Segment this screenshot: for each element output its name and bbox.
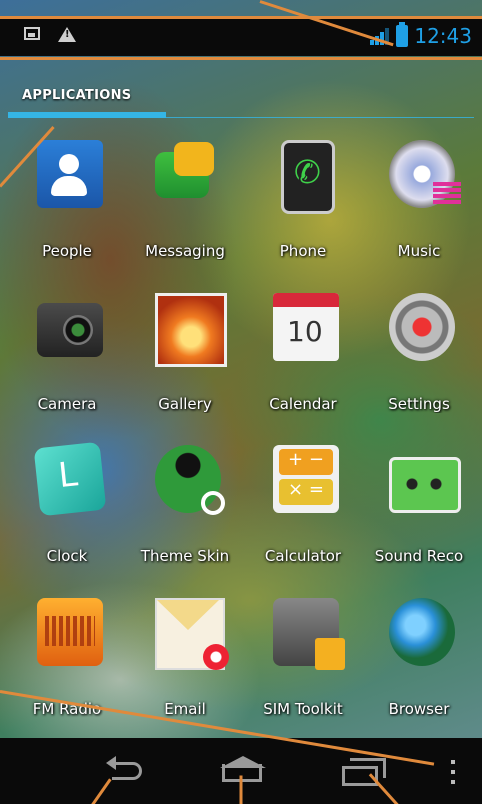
people-icon: [37, 140, 103, 208]
phone-screen: 12:43 APPLICATIONS People Messaging Phon…: [0, 0, 482, 804]
app-label: SIM Toolkit: [263, 700, 343, 718]
app-phone[interactable]: Phone: [244, 140, 362, 270]
calendar-icon: 10: [273, 293, 339, 361]
tab-applications[interactable]: APPLICATIONS: [22, 88, 131, 103]
app-label: Phone: [279, 242, 327, 260]
clock-icon: [33, 441, 107, 517]
theme-skin-icon: [155, 445, 225, 515]
app-music[interactable]: Music: [360, 140, 478, 270]
gallery-icon: [155, 293, 227, 367]
app-clock[interactable]: Clock: [8, 441, 126, 575]
home-icon[interactable]: [218, 756, 268, 788]
sound-recorder-icon: [389, 457, 461, 513]
app-settings[interactable]: Settings: [360, 293, 478, 423]
warning-icon: [58, 27, 76, 42]
annotation-line-status-top: [0, 16, 482, 19]
annotation-arrow-home: [239, 775, 243, 804]
status-time: 12:43: [414, 24, 472, 48]
status-right: 12:43: [370, 22, 472, 48]
back-icon[interactable]: [106, 756, 150, 788]
settings-icon: [389, 293, 455, 361]
app-label: People: [42, 242, 92, 260]
app-email[interactable]: Email: [126, 598, 244, 728]
app-label: Gallery: [158, 395, 212, 413]
app-calculator[interactable]: Calculator: [244, 445, 362, 575]
camera-icon: [37, 303, 103, 357]
app-label: Settings: [388, 395, 450, 413]
browser-icon: [389, 598, 455, 666]
tab-divider: [8, 117, 474, 118]
app-sound-recorder[interactable]: Sound Reco: [360, 445, 478, 575]
picture-icon: [24, 27, 40, 40]
menu-icon[interactable]: [446, 760, 460, 788]
battery-icon: [396, 22, 409, 47]
app-label: Music: [397, 242, 441, 260]
app-label: Theme Skin: [140, 547, 230, 565]
app-label: Calendar: [269, 395, 337, 413]
app-label: Clock: [46, 547, 88, 565]
annotation-line-status-bottom: [0, 57, 482, 60]
recent-apps-icon[interactable]: [342, 756, 388, 788]
app-label: Messaging: [145, 242, 225, 260]
app-gallery[interactable]: Gallery: [126, 293, 244, 423]
app-calendar[interactable]: 10 Calendar: [244, 293, 362, 423]
messaging-bubble-icon: [174, 142, 214, 176]
app-theme-skin[interactable]: Theme Skin: [126, 445, 244, 575]
app-label: Camera: [37, 395, 97, 413]
app-camera[interactable]: Camera: [8, 293, 126, 423]
notification-icons: [24, 27, 76, 42]
status-bar: 12:43: [0, 18, 482, 56]
email-icon: [155, 598, 229, 670]
app-messaging[interactable]: Messaging: [126, 140, 244, 270]
app-label: Calculator: [264, 547, 342, 565]
music-icon: [389, 140, 461, 208]
app-sim-toolkit[interactable]: SIM Toolkit: [244, 598, 362, 728]
sim-toolkit-icon: [273, 598, 345, 670]
fm-radio-icon: [37, 598, 103, 666]
tab-bar: APPLICATIONS: [0, 80, 482, 120]
app-label: Sound Reco: [374, 547, 464, 565]
calculator-icon: [273, 445, 339, 513]
app-browser[interactable]: Browser: [360, 598, 478, 728]
phone-icon: [281, 140, 335, 214]
calendar-date: 10: [287, 315, 323, 348]
app-label: Browser: [388, 700, 450, 718]
